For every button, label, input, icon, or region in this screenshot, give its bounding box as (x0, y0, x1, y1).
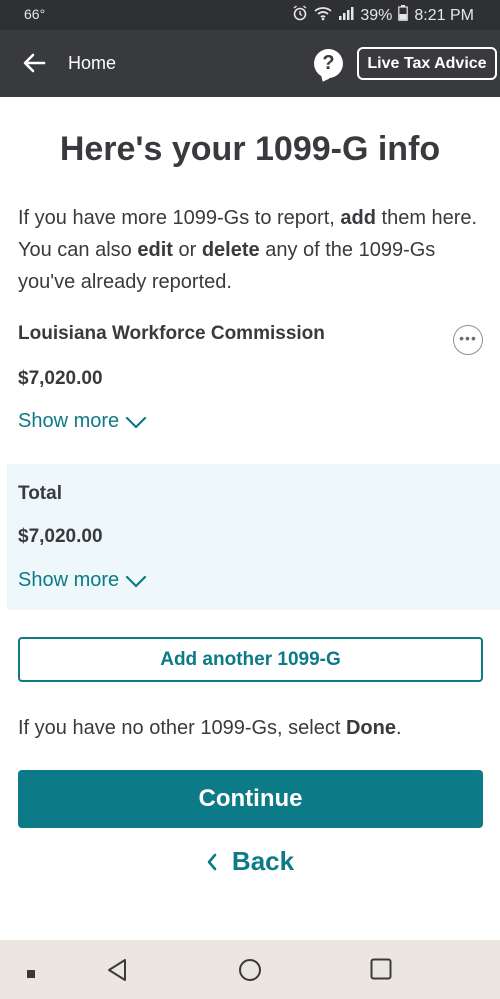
help-icon[interactable]: ? (314, 49, 343, 78)
nav-recents-icon[interactable] (370, 958, 392, 985)
page-title: Here's your 1099-G info (59, 130, 441, 168)
signal-icon (338, 5, 354, 26)
back-label: Back (231, 846, 295, 876)
done-prompt: If you have no other 1099-Gs, select Don… (18, 717, 402, 739)
chevron-left-icon (207, 853, 217, 870)
wifi-icon (314, 5, 332, 26)
total-show-more-link[interactable]: Show more (18, 569, 147, 592)
live-tax-advice-button[interactable]: Live Tax Advice (357, 47, 497, 80)
total-label: Total (18, 483, 62, 504)
intro-text: If you have more 1099-Gs to report, add … (18, 207, 478, 293)
clock: 8:21 PM (414, 6, 474, 24)
show-more-label: Show more (18, 410, 120, 432)
payer-name: Louisiana Workforce Commission (18, 323, 325, 344)
alarm-icon (292, 5, 308, 26)
payer-amount: $7,020.00 (18, 368, 103, 389)
back-arrow-icon[interactable] (20, 48, 50, 78)
battery-icon (398, 5, 409, 26)
home-link[interactable]: Home (68, 53, 116, 74)
app-header: Home ? Live Tax Advice (0, 30, 500, 97)
continue-button[interactable]: Continue (18, 770, 483, 828)
add-another-button[interactable]: Add another 1099-G (18, 637, 483, 682)
nav-dot-icon (27, 965, 35, 983)
chevron-down-icon (126, 416, 147, 429)
back-button[interactable]: Back (0, 846, 500, 877)
battery-percent: 39% (360, 6, 393, 24)
status-bar: 66° 39% 8:21 PM (0, 0, 500, 30)
entry-show-more-link[interactable]: Show more (18, 410, 147, 433)
nav-back-icon[interactable] (106, 958, 128, 987)
system-nav-bar (0, 940, 500, 999)
status-indicators: 39% 8:21 PM (292, 5, 474, 26)
temperature: 66° (24, 6, 46, 22)
nav-home-icon[interactable] (238, 958, 262, 987)
total-amount: $7,020.00 (18, 526, 103, 547)
chevron-down-icon (126, 575, 147, 588)
show-more-label: Show more (18, 569, 120, 591)
more-options-icon[interactable]: ••• (453, 325, 483, 355)
